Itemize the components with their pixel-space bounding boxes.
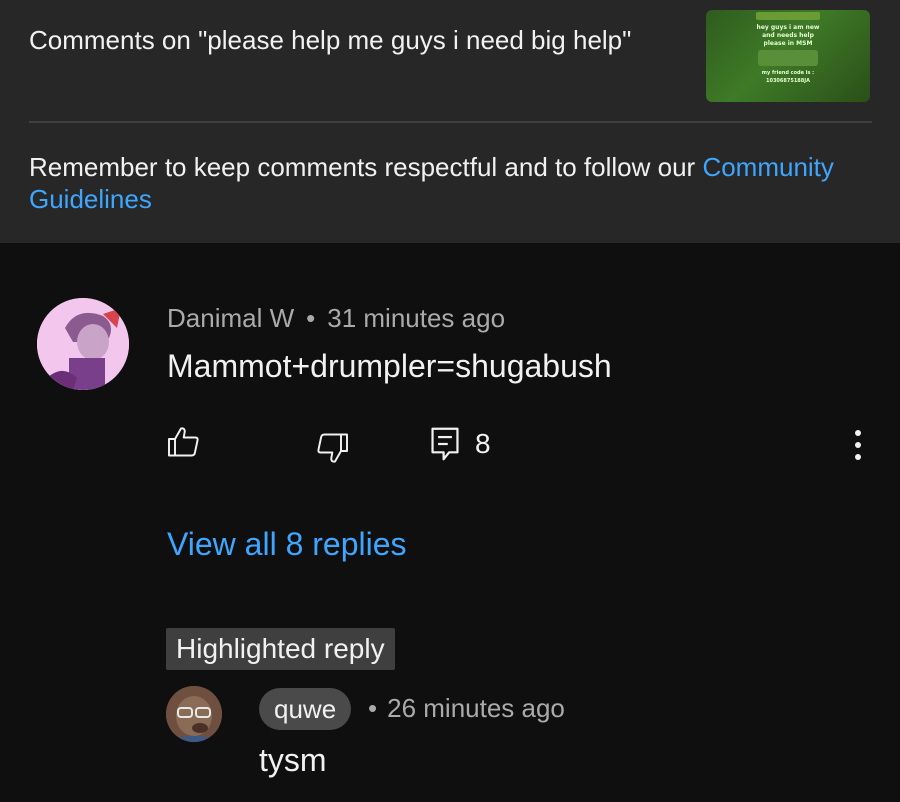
more-options-button[interactable] xyxy=(846,425,870,465)
page-title: Comments on "please help me guys i need … xyxy=(29,25,632,55)
comments-header: Comments on "please help me guys i need … xyxy=(0,0,900,243)
thumbs-up-icon xyxy=(168,427,199,457)
thumbnail-line: 10306875188JA xyxy=(766,78,810,84)
like-button[interactable] xyxy=(166,424,202,460)
thumbnail-scene xyxy=(758,50,818,66)
video-thumbnail[interactable]: hey guys i am new and needs help please … xyxy=(706,10,870,102)
reply-meta: • 26 minutes ago xyxy=(368,693,565,724)
view-replies-link[interactable]: View all 8 replies xyxy=(167,526,407,563)
reply-avatar[interactable] xyxy=(166,686,222,742)
notice-text: Remember to keep comments respectful and… xyxy=(29,152,696,182)
thumbs-down-icon xyxy=(317,433,348,463)
guidelines-notice: Remember to keep comments respectful and… xyxy=(29,151,849,215)
reply-icon xyxy=(431,427,459,461)
reply-button[interactable] xyxy=(428,426,462,462)
more-vert-icon xyxy=(855,430,861,460)
comment-author[interactable]: Danimal W xyxy=(167,303,294,333)
comment-meta: Danimal W • 31 minutes ago xyxy=(167,303,505,334)
thumbnail-banner xyxy=(756,12,820,20)
comment-time: 31 minutes ago xyxy=(327,303,506,333)
header-divider xyxy=(29,121,872,123)
avatar[interactable] xyxy=(37,298,129,390)
thumbnail-line: my friend code is : xyxy=(761,70,815,76)
meta-separator: • xyxy=(306,303,316,333)
reply-time: 26 minutes ago xyxy=(387,693,565,723)
thumbnail-line: please in MSM xyxy=(763,40,813,47)
thumbnail-line: hey guys i am new xyxy=(756,24,820,31)
reply-text: tysm xyxy=(259,742,327,778)
reply-author-chip[interactable]: quwe xyxy=(259,688,352,730)
dislike-button[interactable] xyxy=(314,430,350,466)
thumbnail-line: and needs help xyxy=(762,32,814,39)
comment-text: Mammot+drumpler=shugabush xyxy=(167,348,612,384)
reply-count: 8 xyxy=(475,428,491,459)
highlighted-reply-badge: Highlighted reply xyxy=(166,628,395,670)
meta-separator: • xyxy=(368,693,378,723)
